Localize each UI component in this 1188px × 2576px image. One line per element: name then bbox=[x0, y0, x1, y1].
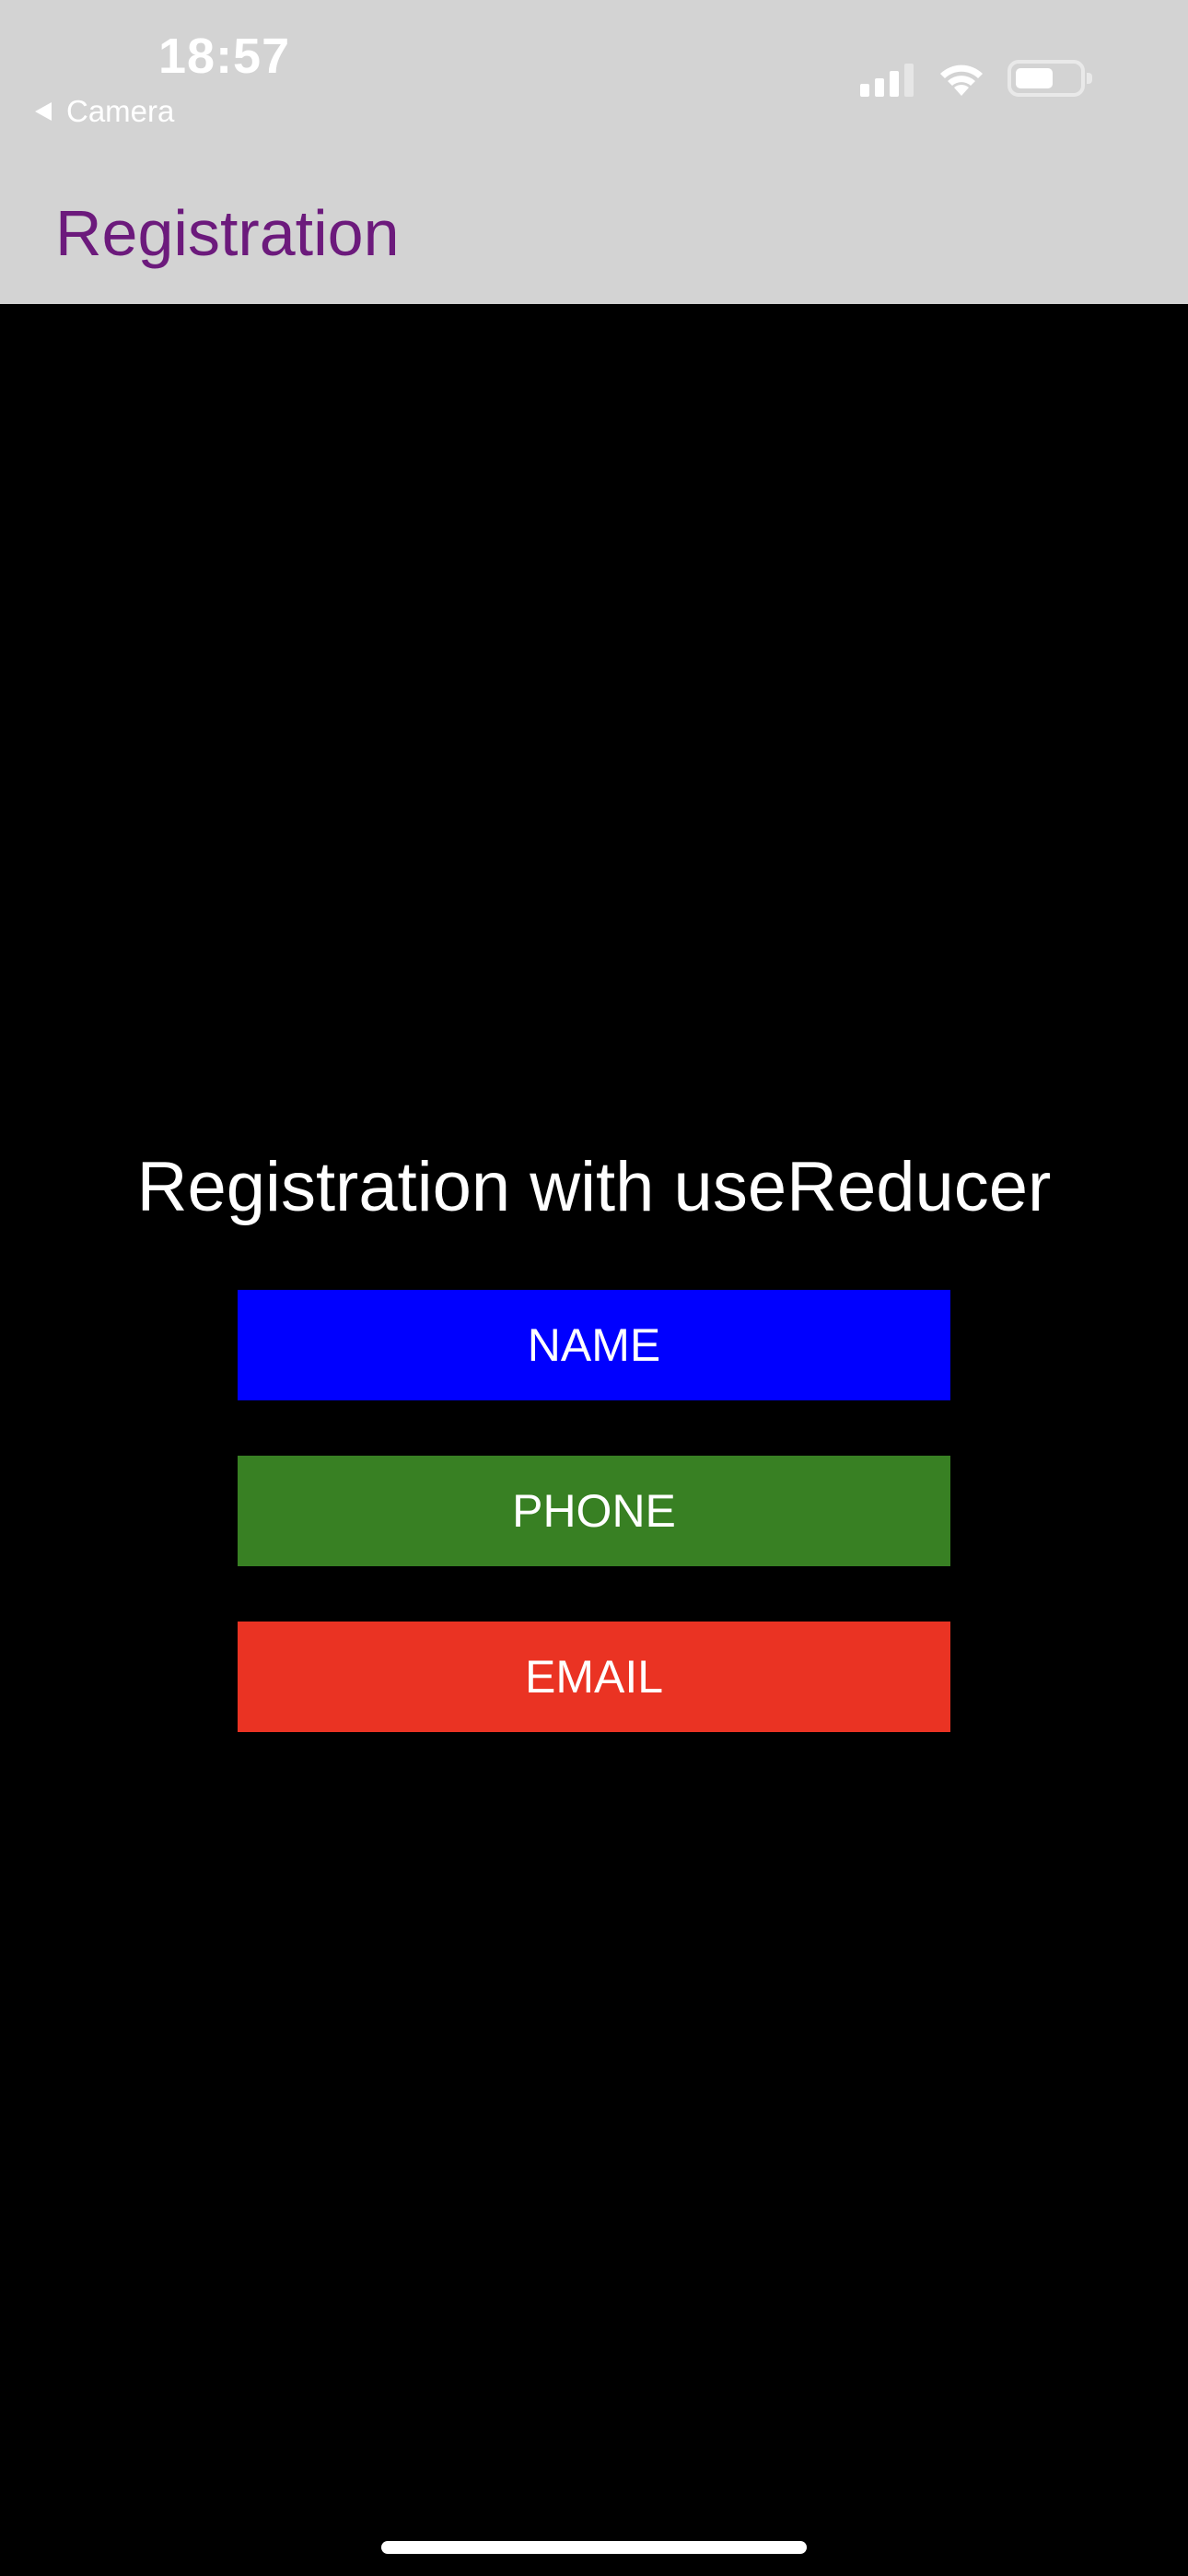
back-arrow-icon bbox=[35, 102, 52, 121]
battery-icon bbox=[1007, 60, 1092, 97]
status-icons bbox=[860, 59, 1092, 98]
battery-fill bbox=[1016, 68, 1053, 88]
back-link-label: Camera bbox=[66, 94, 175, 128]
cellular-signal-icon bbox=[860, 60, 914, 97]
phone-button[interactable]: PHONE bbox=[238, 1456, 950, 1566]
app-screen: 18:57 Camera Registration Registration w… bbox=[0, 0, 1188, 2576]
page-title: Registration bbox=[55, 197, 400, 269]
name-button[interactable]: NAME bbox=[238, 1290, 950, 1400]
status-time: 18:57 bbox=[158, 29, 291, 84]
back-to-camera-link[interactable]: Camera bbox=[35, 94, 174, 129]
registration-heading: Registration with useReducer bbox=[136, 1148, 1052, 1226]
wifi-icon bbox=[940, 64, 983, 96]
email-button[interactable]: EMAIL bbox=[238, 1622, 950, 1732]
app-header: 18:57 Camera Registration bbox=[0, 0, 1188, 304]
home-indicator[interactable] bbox=[381, 2541, 807, 2554]
